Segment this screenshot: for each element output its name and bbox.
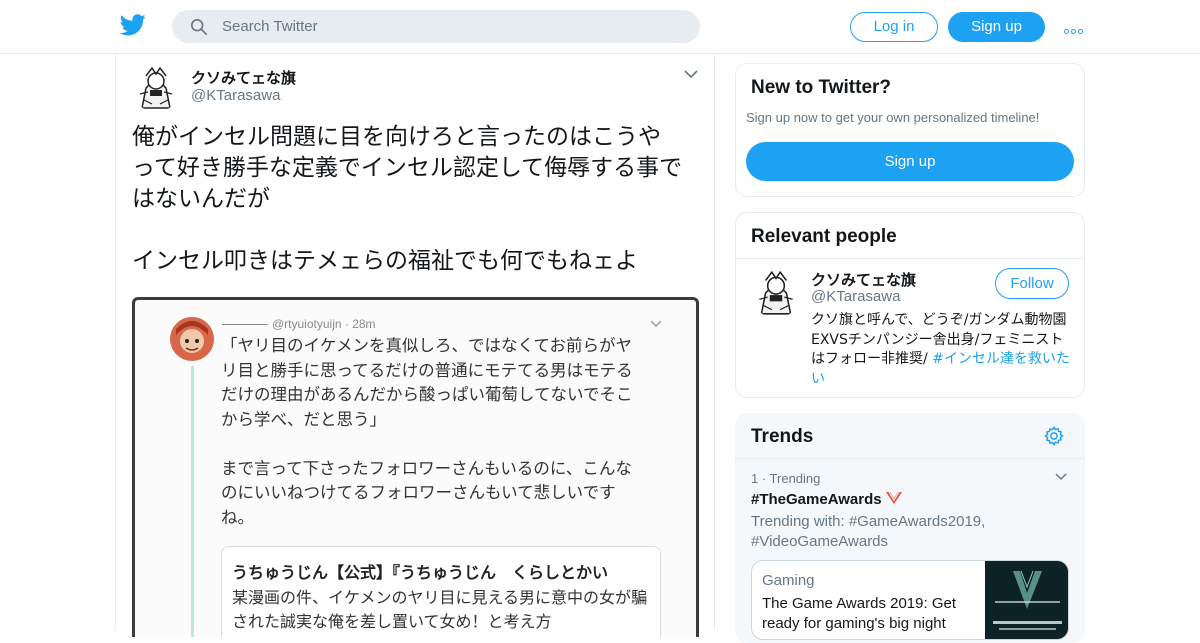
relevant-people-title: Relevant people — [751, 226, 897, 247]
more-options-icon[interactable] — [1064, 18, 1086, 34]
author-display-name[interactable]: クソみてェな旗 — [191, 67, 296, 88]
quoted-tweet: うちゅうじん【公式】『うちゅうじん くらしとかい 某漫画の件、イケメンのヤリ目に… — [221, 546, 661, 637]
trends-title: Trends — [751, 426, 814, 447]
twitter-bird-logo-icon[interactable] — [120, 14, 146, 36]
avatar[interactable] — [132, 64, 180, 112]
chevron-down-icon[interactable] — [1055, 473, 1067, 481]
screenshot-handle: @rtyuiotyuijn · 28m — [222, 317, 376, 331]
search-box[interactable] — [172, 10, 700, 43]
news-headline: The Game Awards 2019: Get ready for gami… — [762, 595, 956, 632]
screenshot-avatar — [170, 317, 214, 361]
trends-card: Trends 1 · Trending #TheGameAwards Trend… — [735, 413, 1085, 643]
trend-news-card[interactable]: Gaming The Game Awards 2019: Get ready f… — [751, 560, 1069, 640]
news-thumbnail-image — [985, 561, 1068, 639]
log-in-button[interactable]: Log in — [850, 12, 938, 42]
chevron-down-icon[interactable] — [684, 69, 698, 79]
divider — [736, 258, 1084, 259]
trend-name[interactable]: #TheGameAwards — [751, 491, 903, 508]
thread-line — [191, 366, 194, 637]
tweet-text: 俺がインセル問題に目を向けろと言ったのはこうや って好き勝手な定義でインセル認定… — [132, 124, 683, 274]
search-icon — [190, 18, 208, 36]
relevant-people-card: Relevant people クソみてェな旗 @KTarasawa Follo… — [735, 212, 1085, 398]
quoted-tweet-text: 某漫画の件、イケメンのヤリ目に見える男に意中の女が騙された誠実な俺を差し置いて女… — [232, 588, 648, 631]
screenshot-tweet-text: 「ヤリ目のイケメンを真似しろ、ではなくてお前らがヤ リ目と勝手に思ってるだけの普… — [221, 336, 633, 527]
quoted-tweet-author: うちゅうじん【公式】『うちゅうじん くらしとかい — [232, 563, 609, 582]
relevant-person-handle[interactable]: @KTarasawa — [811, 288, 900, 305]
follow-button[interactable]: Follow — [995, 268, 1069, 299]
news-category: Gaming — [762, 572, 815, 589]
game-awards-emoji-icon — [885, 491, 902, 504]
top-navigation-bar: Log in Sign up — [0, 0, 1200, 54]
relevant-person-name[interactable]: クソみてェな旗 — [811, 269, 916, 290]
trend-rank-label: 1 · Trending — [751, 471, 821, 486]
gear-icon[interactable] — [1043, 425, 1065, 447]
trend-related-hashtags[interactable]: Trending with: #GameAwards2019, #VideoGa… — [751, 512, 1071, 551]
search-input[interactable] — [222, 10, 682, 43]
tweet-image-attachment[interactable]: @rtyuiotyuijn · 28m 「ヤリ目のイケメンを真似しろ、ではなくて… — [132, 297, 699, 637]
chevron-down-icon — [650, 320, 662, 327]
new-to-twitter-title: New to Twitter? — [751, 77, 892, 98]
new-to-twitter-subtitle: Sign up now to get your own personalized… — [746, 110, 1040, 125]
divider — [735, 458, 1085, 459]
relevant-person-bio: クソ旗と呼んで、どうぞ/ガンダム動物園EXVSチンパンジー舎出身/フェミニストは… — [811, 312, 1070, 387]
sign-up-button[interactable]: Sign up — [948, 12, 1045, 42]
new-to-twitter-card: New to Twitter? Sign up now to get your … — [735, 63, 1085, 197]
author-handle[interactable]: @KTarasawa — [191, 87, 280, 104]
avatar[interactable] — [751, 268, 801, 318]
sidebar-sign-up-button[interactable]: Sign up — [746, 142, 1074, 181]
tweet-detail: クソみてェな旗 @KTarasawa 俺がインセル問題に目を向けろと言ったのはこ… — [115, 54, 715, 637]
